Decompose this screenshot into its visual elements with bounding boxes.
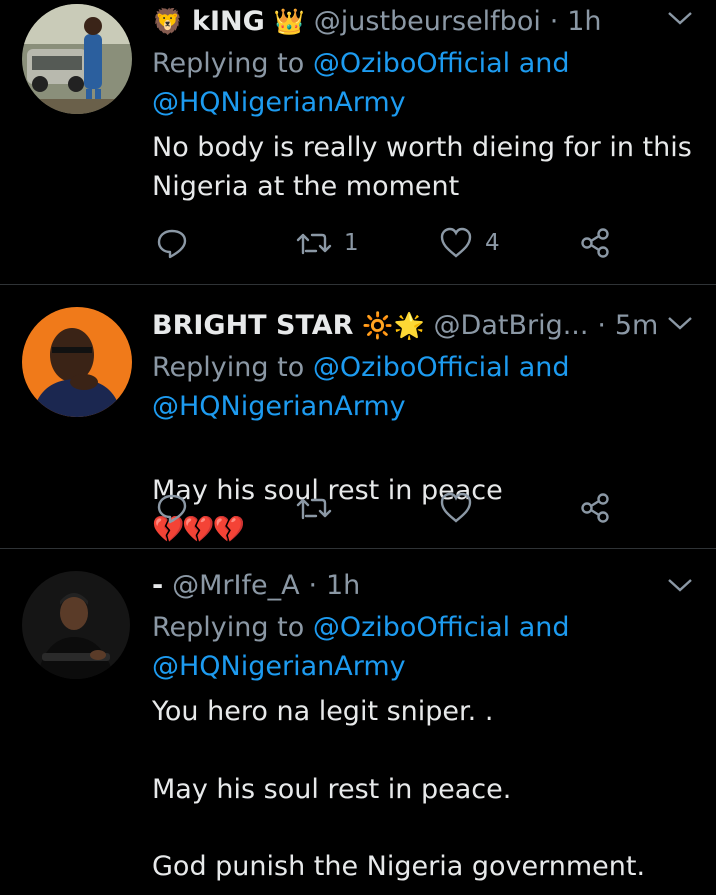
like-button[interactable] bbox=[439, 488, 473, 528]
share-button[interactable] bbox=[579, 488, 611, 528]
avatar[interactable] bbox=[22, 571, 130, 679]
chevron-down-icon[interactable] bbox=[666, 313, 694, 337]
avatar[interactable] bbox=[22, 4, 132, 114]
separator-dot: · bbox=[308, 570, 318, 601]
user-handle[interactable]: @MrIfe_A bbox=[172, 570, 299, 601]
retweet-button[interactable] bbox=[296, 488, 332, 528]
tweet-header: BRIGHT STAR 🔆🌟 @DatBrig... · 5m bbox=[152, 305, 658, 346]
retweet-icon bbox=[296, 233, 332, 255]
display-name[interactable]: - bbox=[152, 570, 163, 601]
mention-link[interactable]: @OziboOfficial bbox=[313, 352, 510, 383]
like-count: 4 bbox=[485, 230, 500, 256]
user-handle[interactable]: @DatBrig... bbox=[434, 310, 589, 341]
chevron-down-icon[interactable] bbox=[666, 8, 694, 32]
share-icon bbox=[581, 493, 609, 523]
chevron-down-icon[interactable] bbox=[666, 575, 694, 599]
mention-link[interactable]: @OziboOfficial bbox=[313, 612, 510, 643]
and-label: and bbox=[518, 48, 570, 79]
tweet-header: 🦁 kING 👑 @justbeurselfboi · 1h bbox=[152, 1, 602, 42]
replying-to-label: Replying to bbox=[152, 48, 305, 79]
mention-link[interactable]: @OziboOfficial bbox=[313, 48, 510, 79]
tweet-2[interactable]: BRIGHT STAR 🔆🌟 @DatBrig... · 5m Replying… bbox=[0, 285, 716, 548]
lion-emoji: 🦁 bbox=[152, 7, 184, 36]
user-avatar-icon bbox=[22, 4, 132, 114]
retweet-icon bbox=[296, 498, 332, 520]
tweet-text-line-2: May his soul rest in peace. bbox=[152, 774, 512, 805]
mention-link[interactable]: @HQNigerianArmy bbox=[152, 391, 406, 422]
and-label: and bbox=[518, 352, 570, 383]
reply-button[interactable] bbox=[156, 488, 188, 528]
display-name[interactable]: kING bbox=[192, 6, 265, 37]
mention-link[interactable]: @HQNigerianArmy bbox=[152, 87, 406, 118]
tweet-header: - @MrIfe_A · 1h bbox=[152, 565, 360, 606]
crown-emoji: 👑 bbox=[273, 7, 305, 36]
timestamp[interactable]: 1h bbox=[567, 6, 601, 37]
separator-dot: · bbox=[549, 6, 559, 37]
tweet-3[interactable]: - @MrIfe_A · 1h Replying to @OziboOffici… bbox=[0, 549, 716, 895]
replying-to-label: Replying to bbox=[152, 612, 305, 643]
replying-to: Replying to @OziboOfficial and @HQNigeri… bbox=[152, 44, 570, 122]
reply-button[interactable] bbox=[156, 223, 188, 263]
retweet-button[interactable]: 1 bbox=[296, 223, 359, 263]
reply-icon bbox=[157, 494, 187, 524]
share-button[interactable] bbox=[579, 223, 611, 263]
star-emoji: 🔆🌟 bbox=[362, 311, 425, 340]
replying-to: Replying to @OziboOfficial and @HQNigeri… bbox=[152, 348, 570, 426]
replying-to: Replying to @OziboOfficial and @HQNigeri… bbox=[152, 608, 570, 686]
avatar[interactable] bbox=[22, 307, 132, 417]
share-icon bbox=[581, 228, 609, 258]
reply-icon bbox=[157, 229, 187, 259]
tweet-1[interactable]: 🦁 kING 👑 @justbeurselfboi · 1h Replying … bbox=[0, 0, 716, 284]
heart-icon bbox=[440, 492, 472, 523]
like-button[interactable]: 4 bbox=[439, 223, 500, 263]
tweet-actions: 1 4 bbox=[152, 223, 622, 263]
tweet-text: No body is really worth dieing for in th… bbox=[152, 132, 692, 202]
heart-icon bbox=[440, 227, 472, 258]
user-handle[interactable]: @justbeurselfboi bbox=[314, 6, 541, 37]
timestamp[interactable]: 1h bbox=[326, 570, 360, 601]
tweet-actions bbox=[152, 488, 622, 528]
tweet-text-line-1: You hero na legit sniper. . bbox=[152, 696, 494, 727]
and-label: and bbox=[518, 612, 570, 643]
replying-to-label: Replying to bbox=[152, 352, 305, 383]
user-avatar-icon bbox=[22, 571, 130, 679]
user-avatar-icon bbox=[22, 307, 132, 417]
timestamp[interactable]: 5m bbox=[615, 310, 658, 341]
mention-link[interactable]: @HQNigerianArmy bbox=[152, 651, 406, 682]
display-name[interactable]: BRIGHT STAR bbox=[152, 310, 353, 341]
tweet-text-line-3: God punish the Nigeria government. bbox=[152, 851, 646, 882]
retweet-count: 1 bbox=[344, 230, 359, 256]
separator-dot: · bbox=[597, 310, 606, 341]
